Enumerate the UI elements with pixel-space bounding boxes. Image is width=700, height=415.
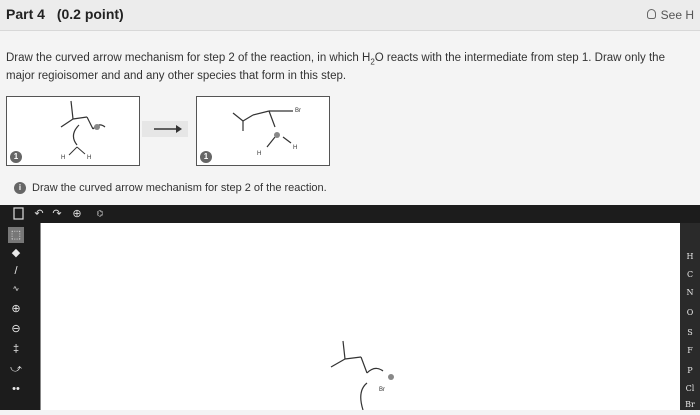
editor-toolbar: ↶ ↷ ⊕ ⌬ bbox=[0, 205, 700, 223]
element-n[interactable]: N bbox=[680, 285, 700, 300]
element-f[interactable]: F bbox=[680, 343, 700, 358]
step1-molecule: H H bbox=[60, 100, 106, 161]
step1-structure: H H bbox=[6, 96, 140, 166]
left-tool-palette: ⬚ ◆ / ∿ ⊕ ⊖ ‡ ⤻ •• bbox=[0, 223, 40, 410]
part-header: Part 4 (0.2 point) See H bbox=[0, 0, 700, 31]
step2-structure: Br H H bbox=[196, 96, 330, 166]
carbocation-site bbox=[94, 124, 100, 130]
lightbulb-icon bbox=[646, 9, 656, 19]
see-hint-button[interactable]: See H bbox=[643, 5, 700, 25]
info-badge: i bbox=[14, 182, 26, 194]
canvas-molecule: Br bbox=[330, 340, 394, 411]
reaction-arrow-icon[interactable]: ‡ bbox=[8, 341, 24, 357]
redo-icon[interactable]: ↷ bbox=[50, 207, 64, 221]
drawing-canvas[interactable]: Br bbox=[40, 223, 681, 411]
element-palette: H C N O S F P Cl Br bbox=[680, 223, 700, 410]
right-h2: H bbox=[293, 145, 297, 151]
negative-charge-icon[interactable]: ⊖ bbox=[8, 321, 24, 337]
reaction-arrow bbox=[142, 121, 188, 137]
undo-icon[interactable]: ↶ bbox=[32, 207, 46, 221]
new-document-icon[interactable] bbox=[12, 207, 26, 221]
lone-pair-icon[interactable]: •• bbox=[8, 381, 24, 397]
curved-arrow-icon[interactable]: ⤻ bbox=[8, 361, 24, 377]
instruction-text: Draw the curved arrow mechanism for step… bbox=[32, 182, 327, 194]
step2-badge: 1 bbox=[200, 151, 212, 163]
question-text: Draw the curved arrow mechanism for step… bbox=[6, 52, 665, 83]
see-hint-label: See H bbox=[660, 8, 694, 22]
element-p[interactable]: P bbox=[680, 363, 700, 378]
part-points: (0.2 point) bbox=[56, 6, 124, 22]
element-cl[interactable]: Cl bbox=[680, 381, 700, 396]
oxonium-site bbox=[274, 132, 280, 138]
part-label: Part 4 bbox=[6, 6, 45, 22]
zoom-icon[interactable]: ⊕ bbox=[70, 207, 84, 221]
chain-icon[interactable]: ∿ bbox=[8, 281, 24, 297]
element-c[interactable]: C bbox=[680, 267, 700, 282]
step1-badge: 1 bbox=[10, 151, 22, 163]
eraser-icon[interactable]: ◆ bbox=[8, 245, 24, 261]
right-br: Br bbox=[295, 108, 301, 114]
select-tool-icon[interactable]: ⬚ bbox=[8, 227, 24, 243]
element-o[interactable]: O bbox=[680, 305, 700, 320]
carbocation-site bbox=[388, 374, 394, 380]
canvas-br: Br bbox=[379, 387, 385, 393]
left-h1: H bbox=[61, 155, 65, 161]
templates-icon[interactable]: ⌬ bbox=[92, 207, 108, 221]
left-h2: H bbox=[87, 155, 91, 161]
single-bond-icon[interactable]: / bbox=[8, 263, 24, 279]
element-h[interactable]: H bbox=[680, 249, 700, 264]
step2-molecule: Br H H bbox=[232, 108, 301, 157]
right-h1: H bbox=[257, 151, 261, 157]
positive-charge-icon[interactable]: ⊕ bbox=[8, 301, 24, 317]
element-s[interactable]: S bbox=[680, 325, 700, 340]
part-title: Part 4 (0.2 point) bbox=[6, 6, 124, 22]
